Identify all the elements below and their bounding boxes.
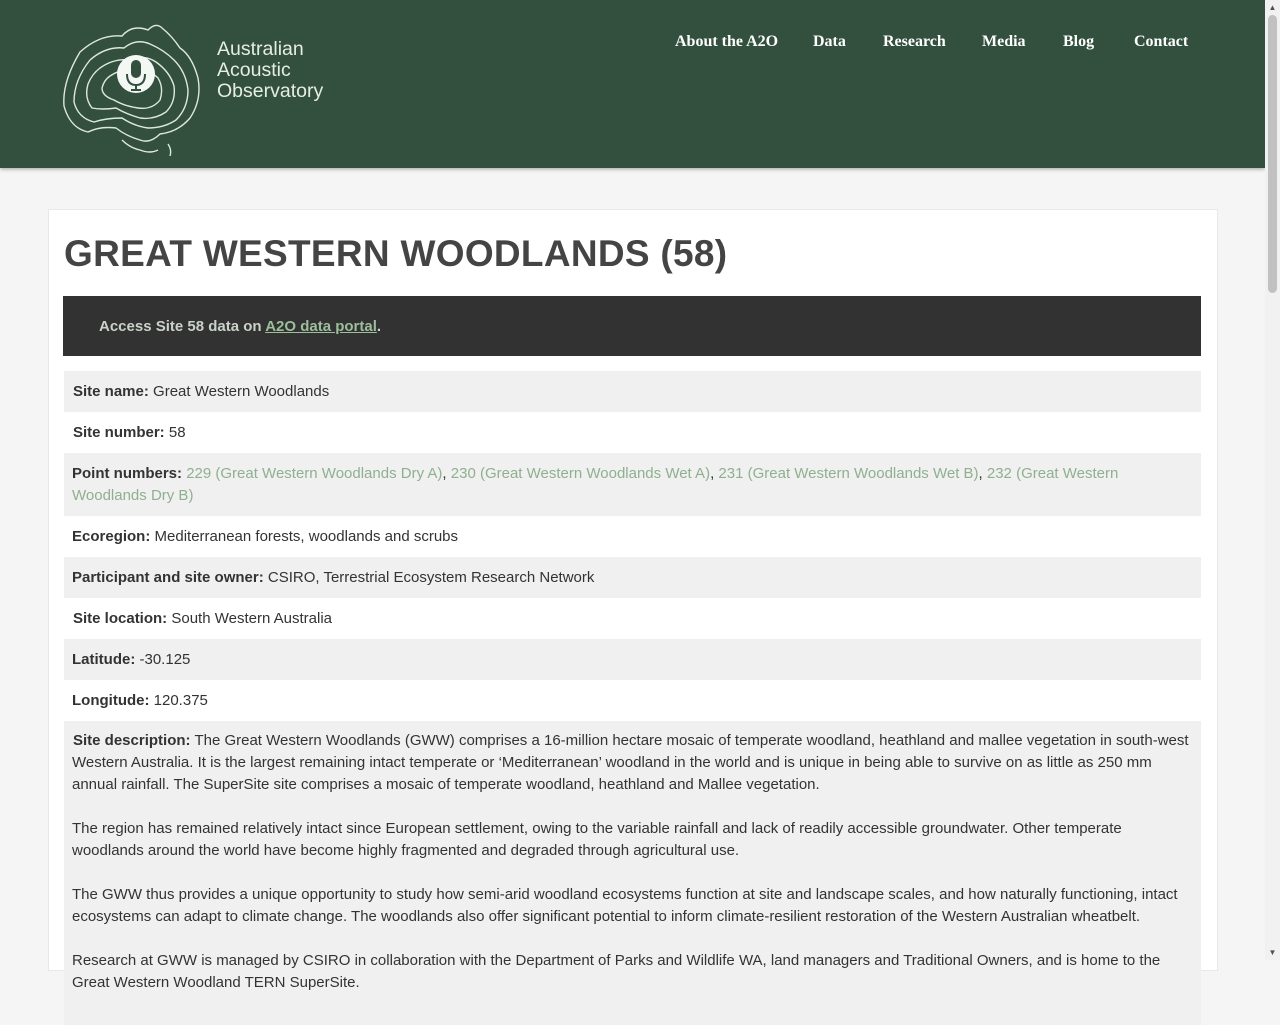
site-header: Australian Acoustic Observatory About th… bbox=[0, 0, 1265, 168]
detail-longitude: Longitude: 120.375 bbox=[64, 680, 1201, 721]
detail-label: Site description: bbox=[73, 732, 191, 749]
point-link[interactable]: 229 (Great Western Woodlands Dry A) bbox=[186, 465, 442, 482]
notice-text: Access Site 58 data on A2O data portal. bbox=[99, 318, 381, 335]
description-paragraph: The region has remained relatively intac… bbox=[72, 820, 1122, 859]
detail-value: 120.375 bbox=[153, 692, 208, 709]
detail-label: Site location: bbox=[73, 610, 168, 627]
nav-media[interactable]: Media bbox=[982, 33, 1026, 51]
point-separator: , bbox=[442, 465, 451, 482]
nav-contact[interactable]: Contact bbox=[1134, 33, 1188, 51]
chevron-down-icon[interactable]: ▼ bbox=[1265, 945, 1280, 960]
nav-about[interactable]: About the A2O bbox=[675, 33, 778, 51]
detail-value: 58 bbox=[168, 424, 186, 441]
point-link[interactable]: 230 (Great Western Woodlands Wet A) bbox=[451, 465, 710, 482]
detail-label: Site number: bbox=[73, 424, 165, 441]
detail-point-numbers: Point numbers: 229 (Great Western Woodla… bbox=[64, 453, 1201, 516]
description-paragraph: The GWW thus provides a unique opportuni… bbox=[72, 886, 1178, 925]
description-text: The Great Western Woodlands (GWW) compri… bbox=[72, 732, 1189, 793]
chevron-up-icon[interactable]: ▲ bbox=[1265, 0, 1280, 15]
detail-site-location: Site location: South Western Australia bbox=[64, 598, 1201, 639]
detail-ecoregion: Ecoregion: Mediterranean forests, woodla… bbox=[64, 516, 1201, 557]
vertical-scrollbar[interactable]: ▲ ▼ bbox=[1265, 0, 1280, 960]
detail-label: Site name: bbox=[73, 383, 149, 400]
point-separator: , bbox=[978, 465, 987, 482]
site-details: Site name: Great Western Woodlands Site … bbox=[64, 371, 1201, 1025]
point-link[interactable]: 231 (Great Western Woodlands Wet B) bbox=[718, 465, 978, 482]
detail-label: Participant and site owner: bbox=[72, 569, 264, 586]
nav-data[interactable]: Data bbox=[813, 33, 846, 51]
data-portal-link[interactable]: A2O data portal bbox=[265, 318, 377, 335]
detail-site-description: Site description: The Great Western Wood… bbox=[64, 721, 1201, 1025]
main-nav: About the A2O Data Research Media Blog C… bbox=[0, 33, 1265, 55]
description-paragraph: Site description: The Great Western Wood… bbox=[72, 730, 1193, 796]
detail-site-name: Site name: Great Western Woodlands bbox=[64, 371, 1201, 412]
scrollbar-thumb[interactable] bbox=[1268, 15, 1277, 293]
description-paragraph: Research at GWW is managed by CSIRO in c… bbox=[72, 952, 1161, 991]
detail-value: South Western Australia bbox=[171, 610, 333, 627]
detail-label: Longitude: bbox=[72, 692, 150, 709]
detail-site-number: Site number: 58 bbox=[64, 412, 1201, 453]
detail-value: -30.125 bbox=[139, 651, 191, 668]
detail-latitude: Latitude: -30.125 bbox=[64, 639, 1201, 680]
detail-value: CSIRO, Terrestrial Ecosystem Research Ne… bbox=[267, 569, 595, 586]
page-title: GREAT WESTERN WOODLANDS (58) bbox=[64, 233, 728, 274]
detail-label: Point numbers: bbox=[72, 465, 183, 482]
logo-line: Observatory bbox=[217, 80, 324, 102]
nav-research[interactable]: Research bbox=[883, 33, 946, 51]
detail-value: Great Western Woodlands bbox=[153, 383, 330, 400]
detail-label: Ecoregion: bbox=[72, 528, 151, 545]
notice-suffix: . bbox=[376, 317, 382, 335]
notice-prefix: Access Site 58 data on bbox=[99, 317, 266, 335]
logo-line: Acoustic bbox=[217, 59, 291, 81]
nav-blog[interactable]: Blog bbox=[1063, 33, 1094, 51]
detail-participant: Participant and site owner: CSIRO, Terre… bbox=[64, 557, 1201, 598]
detail-value: Mediterranean forests, woodlands and scr… bbox=[154, 528, 459, 545]
data-access-notice: Access Site 58 data on A2O data portal. bbox=[63, 296, 1201, 356]
detail-label: Latitude: bbox=[72, 651, 136, 668]
